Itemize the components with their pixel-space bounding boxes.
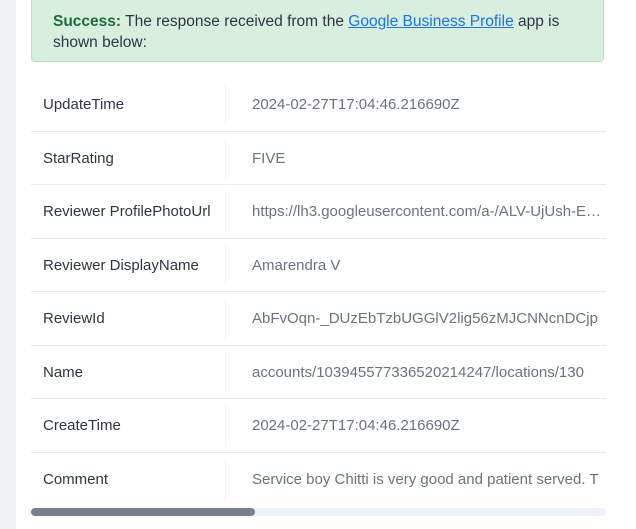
table-row: Reviewer DisplayName Amarendra V bbox=[31, 239, 606, 292]
table-row: CreateTime 2024-02-27T17:04:46.216690Z bbox=[31, 399, 606, 453]
row-key: CreateTime bbox=[43, 417, 121, 435]
row-key: Reviewer ProfilePhotoUrl bbox=[43, 203, 211, 221]
row-value: Service boy Chitti is very good and pati… bbox=[252, 470, 599, 488]
table-row: Name accounts/103945577336520214247/loca… bbox=[31, 346, 606, 399]
table-row: StarRating FIVE bbox=[31, 132, 606, 185]
google-business-profile-link[interactable]: Google Business Profile bbox=[348, 13, 513, 30]
success-alert: Success: The response received from the … bbox=[31, 0, 604, 62]
row-key: ReviewId bbox=[43, 310, 105, 328]
table-row: Comment Service boy Chitti is very good … bbox=[31, 453, 606, 507]
row-value: 2024-02-27T17:04:46.216690Z bbox=[252, 96, 460, 114]
row-value: https://lh3.googleusercontent.com/a-/ALV… bbox=[252, 203, 602, 221]
table-row: Reviewer ProfilePhotoUrl https://lh3.goo… bbox=[31, 185, 606, 239]
column-divider bbox=[225, 458, 226, 500]
scrollbar-thumb[interactable] bbox=[31, 508, 255, 516]
row-key: Comment bbox=[43, 470, 109, 488]
response-table: UpdateTime 2024-02-27T17:04:46.216690Z S… bbox=[31, 78, 606, 507]
table-row: UpdateTime 2024-02-27T17:04:46.216690Z bbox=[31, 78, 606, 132]
column-divider bbox=[225, 84, 226, 126]
row-value: accounts/103945577336520214247/locations… bbox=[252, 363, 584, 381]
column-divider bbox=[225, 191, 226, 233]
column-divider bbox=[225, 405, 226, 447]
row-key: Reviewer DisplayName bbox=[43, 256, 199, 274]
column-divider bbox=[225, 298, 226, 340]
column-divider bbox=[225, 351, 226, 393]
alert-text-before: The response received from the bbox=[125, 13, 344, 30]
success-label: Success: bbox=[53, 13, 122, 30]
row-value: FIVE bbox=[252, 149, 286, 167]
row-key: StarRating bbox=[43, 149, 114, 167]
horizontal-scrollbar[interactable] bbox=[31, 508, 606, 516]
table-row: ReviewId AbFvOqn-_DUzEbTzbUGGlV2lig56zMJ… bbox=[31, 292, 606, 346]
row-key: UpdateTime bbox=[43, 96, 125, 114]
row-value: Amarendra V bbox=[252, 256, 341, 274]
row-value: AbFvOqn-_DUzEbTzbUGGlV2lig56zMJCNNcnDCjp bbox=[252, 310, 598, 328]
row-key: Name bbox=[43, 363, 84, 381]
row-value: 2024-02-27T17:04:46.216690Z bbox=[252, 417, 460, 435]
column-divider bbox=[225, 137, 226, 179]
column-divider bbox=[225, 244, 226, 286]
